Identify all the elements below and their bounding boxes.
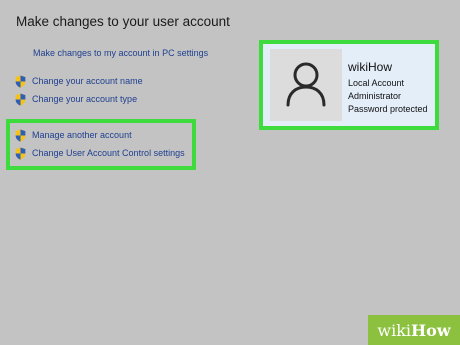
task-label: Manage another account <box>32 130 132 140</box>
account-card: wikiHow Local Account Administrator Pass… <box>263 44 435 126</box>
uac-shield-icon <box>15 129 26 142</box>
account-type: Local Account <box>348 78 405 88</box>
task-change-uac-settings[interactable]: Change User Account Control settings <box>15 146 185 160</box>
task-change-account-type[interactable]: Change your account type <box>15 92 137 106</box>
account-password-status: Password protected <box>348 104 428 114</box>
uac-shield-icon <box>15 75 26 88</box>
page-title: Make changes to your user account <box>16 14 230 29</box>
pc-settings-link[interactable]: Make changes to my account in PC setting… <box>33 48 208 58</box>
account-name: wikiHow <box>348 60 393 74</box>
watermark-logo: wikiHow <box>377 320 451 340</box>
user-silhouette-icon <box>286 62 326 107</box>
watermark: wikiHow <box>368 315 460 345</box>
task-change-account-name[interactable]: Change your account name <box>15 74 143 88</box>
uac-shield-icon <box>15 147 26 160</box>
account-role: Administrator <box>348 91 402 101</box>
task-label: Change your account name <box>32 76 143 86</box>
uac-shield-icon <box>15 93 26 106</box>
avatar <box>270 49 342 121</box>
highlight-manage-links <box>6 119 196 170</box>
task-label: Change User Account Control settings <box>32 148 185 158</box>
task-manage-another-account[interactable]: Manage another account <box>15 128 132 142</box>
task-label: Change your account type <box>32 94 138 104</box>
